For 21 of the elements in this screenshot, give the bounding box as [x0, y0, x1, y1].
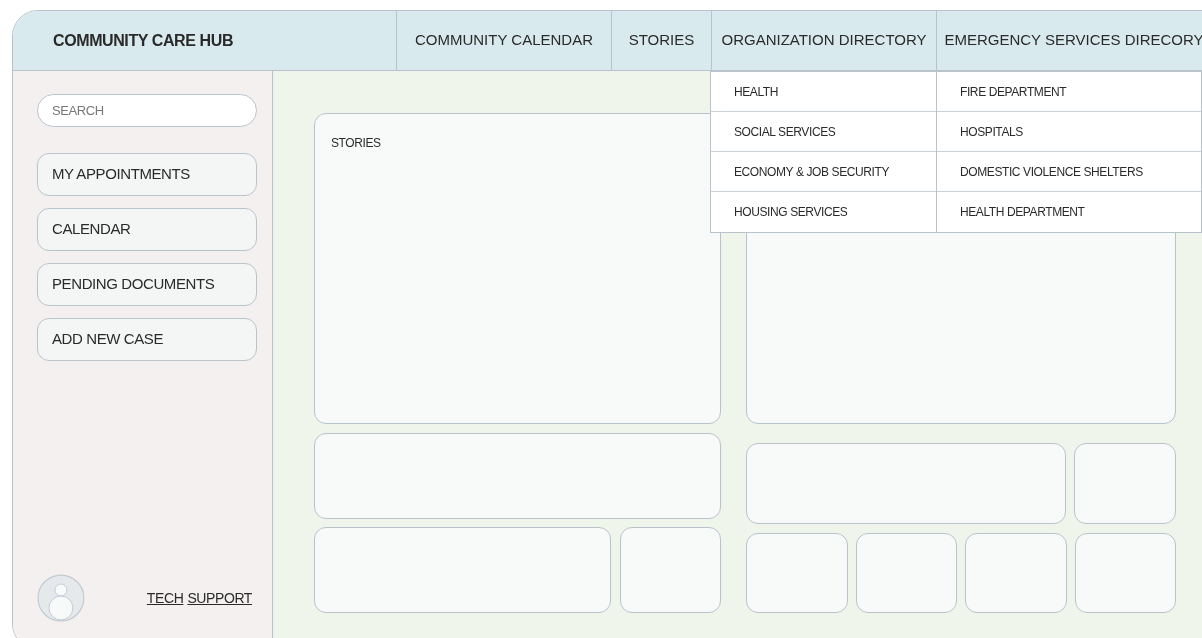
menu-item[interactable]: FIRE DEPARTMENT	[937, 72, 1201, 112]
menu-item[interactable]: HEALTH DEPARTMENT	[937, 192, 1201, 232]
nav-tab[interactable]: ORGANIZATION DIRECTORY	[711, 11, 936, 70]
sidebar-button[interactable]: MY APPOINTMENTS	[37, 153, 257, 196]
search-field[interactable]: SEARCH	[37, 94, 257, 127]
menu-item[interactable]: ECONOMY & JOB SECURITY	[711, 152, 936, 192]
nav-tab[interactable]: STORIES	[611, 11, 711, 70]
nav-tab[interactable]: COMMUNITY CALENDAR	[396, 11, 611, 70]
support-link[interactable]: TECH	[146, 587, 184, 609]
menu-item[interactable]: HOUSING SERVICES	[711, 192, 936, 232]
menu-item[interactable]: HEALTH	[711, 72, 936, 112]
menu-item[interactable]: DOMESTIC VIOLENCE SHELTERS	[937, 152, 1201, 192]
app-title: COMMUNITY CARE HUB	[52, 30, 235, 51]
avatar-icon[interactable]	[37, 574, 85, 622]
menu-item[interactable]: SOCIAL SERVICES	[711, 112, 936, 152]
menu-item[interactable]: HOSPITALS	[937, 112, 1201, 152]
sidebar-button[interactable]: PENDING DOCUMENTS	[37, 263, 257, 306]
panel-title: STORIES	[331, 136, 381, 150]
sidebar-button[interactable]: ADD NEW CASE	[37, 318, 257, 361]
support-link[interactable]: SUPPORT	[187, 587, 252, 609]
sidebar-button[interactable]: CALENDAR	[37, 208, 257, 251]
